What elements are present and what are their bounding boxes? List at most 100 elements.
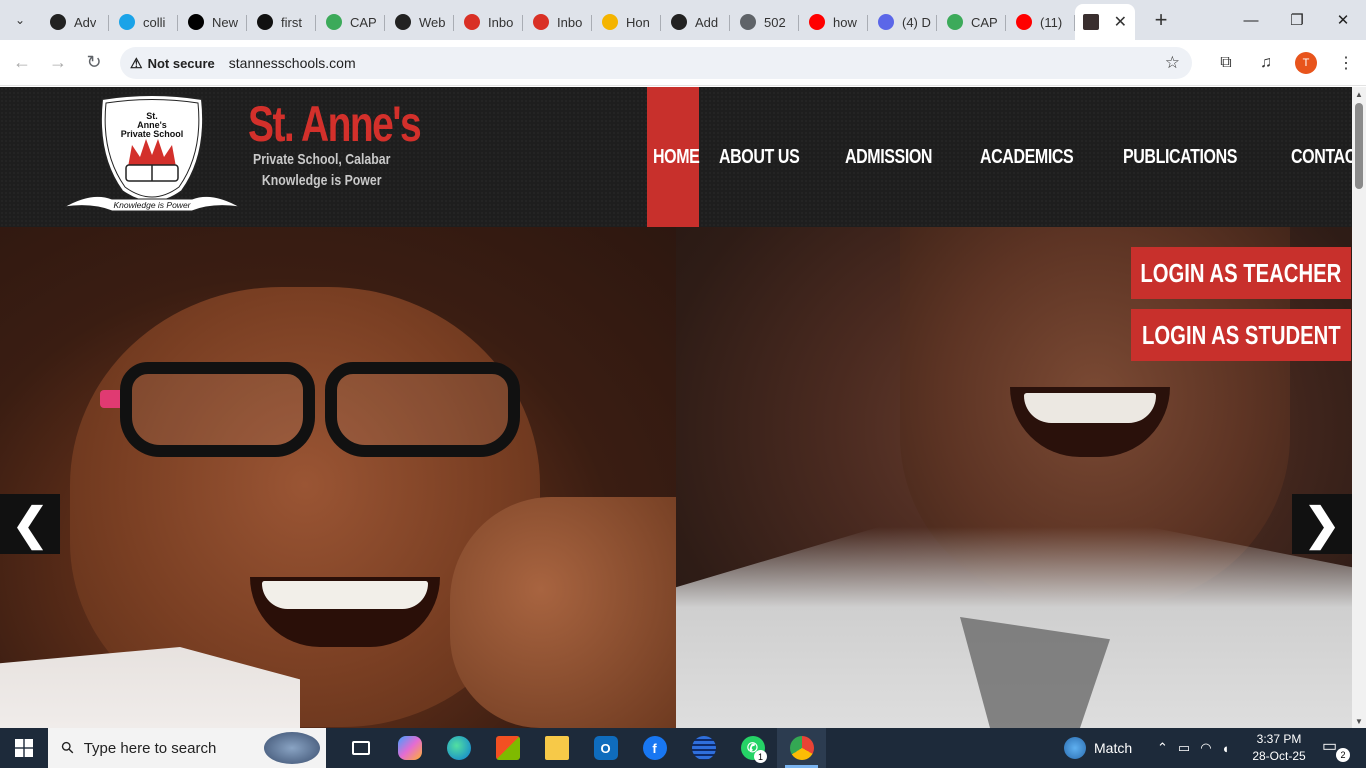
browser-tab[interactable]: CAP — [316, 7, 385, 37]
tab-active[interactable]: ✕ — [1075, 4, 1135, 40]
tab-title: (11) — [1040, 14, 1063, 30]
browser-tab[interactable]: how — [799, 7, 868, 37]
browser-tab[interactable]: Hon — [592, 7, 661, 37]
nav-contacts[interactable]: CONTACTS — [1285, 87, 1352, 227]
browser-tab[interactable]: Inbo — [454, 7, 523, 37]
browser-tab[interactable]: Adv — [40, 7, 109, 37]
tab-title: 502 — [764, 14, 786, 30]
site-header: St. Anne's Private School Knowledge is P… — [0, 87, 1352, 227]
openai-icon — [671, 14, 687, 30]
nav-publications[interactable]: PUBLICATIONS — [1117, 87, 1272, 227]
nav-label: ABOUT US — [719, 145, 800, 168]
tab-title: Add — [695, 14, 719, 30]
weather-icon — [1064, 737, 1086, 759]
search-highlight-image[interactable] — [264, 732, 320, 764]
browser-tab[interactable]: Web — [385, 7, 454, 37]
battery-icon[interactable]: ▭ — [1178, 740, 1190, 756]
tab-title: Web — [419, 14, 446, 30]
nav-label: PUBLICATIONS — [1122, 145, 1237, 168]
brand-location: Private School, Calabar — [252, 151, 391, 168]
nav-admission[interactable]: ADMISSION — [839, 87, 960, 227]
volume-icon[interactable]: ◖ — [1222, 741, 1230, 756]
edge-icon[interactable] — [434, 728, 483, 768]
scroll-up-arrow-icon[interactable]: ▲ — [1352, 87, 1366, 101]
store-icon[interactable] — [483, 728, 532, 768]
minimize-button[interactable]: — — [1228, 0, 1274, 40]
glasses-lens-left — [120, 362, 315, 457]
previous-slide-button[interactable]: ❮ — [0, 494, 60, 554]
browser-tab[interactable]: Add — [661, 7, 730, 37]
forward-button[interactable]: → — [40, 45, 76, 81]
tab-title: New — [212, 14, 239, 30]
back-button[interactable]: ← — [4, 45, 40, 81]
new-tab-button[interactable]: + — [1147, 6, 1175, 34]
copilot-icon[interactable] — [385, 728, 434, 768]
address-bar[interactable]: ⚠ Not secure stannesschools.com ☆ — [120, 47, 1192, 79]
scroll-down-arrow-icon[interactable]: ▼ — [1352, 714, 1366, 728]
scrollbar-thumb[interactable] — [1355, 103, 1363, 189]
browser-tab[interactable]: 502 — [730, 7, 799, 37]
tab-search-button[interactable]: ⌄ — [8, 8, 32, 32]
nav-academics[interactable]: ACADEMICS — [974, 87, 1103, 227]
tab-title: CAP — [971, 14, 998, 30]
menu-kebab-icon[interactable]: ⋮ — [1326, 53, 1366, 73]
login-as-teacher-button[interactable]: LOGIN AS TEACHER — [1131, 247, 1351, 299]
website-viewport: St. Anne's Private School Knowledge is P… — [0, 87, 1352, 728]
circle-o-icon — [119, 14, 135, 30]
close-tab-icon[interactable]: ✕ — [1114, 12, 1127, 32]
taskbar-clock[interactable]: 3:37 PM 28-Oct-25 — [1248, 731, 1310, 765]
openai-icon — [50, 14, 66, 30]
school-crest-logo[interactable]: St. Anne's Private School Knowledge is P… — [62, 95, 242, 217]
reload-button[interactable]: ↻ — [76, 45, 112, 81]
next-slide-button[interactable]: ❯ — [1292, 494, 1352, 554]
file-explorer-icon[interactable] — [532, 728, 581, 768]
close-window-button[interactable]: ✕ — [1320, 0, 1366, 40]
profile-avatar[interactable]: T — [1295, 52, 1317, 74]
brand-name[interactable]: St. Anne's — [248, 99, 422, 149]
extensions-icon[interactable]: ⧉ — [1206, 54, 1246, 72]
facebook-icon[interactable]: f — [630, 728, 679, 768]
student-hand — [450, 497, 676, 728]
weather-widget[interactable]: Match — [1064, 728, 1132, 768]
browser-tab[interactable]: Inbo — [523, 7, 592, 37]
tab-list: Adv colli New first CAP Web Inbo Inbo Hon Add 502 h… — [40, 3, 1075, 37]
login-teacher-label: LOGIN AS TEACHER — [1140, 257, 1342, 288]
glasses-lens-right — [325, 362, 520, 457]
hero-slider: LOGIN AS TEACHER LOGIN AS STUDENT ❮ ❯ — [0, 227, 1352, 728]
show-hidden-icons-chevron-icon[interactable]: ⌃ — [1157, 740, 1168, 756]
search-icon: ⚲ — [58, 738, 79, 759]
browser-tab[interactable]: New — [178, 7, 247, 37]
tab-title: (4) D — [902, 14, 931, 30]
vertical-scrollbar[interactable]: ▲ ▼ — [1352, 87, 1366, 728]
nav-about-us[interactable]: ABOUT US — [713, 87, 825, 227]
outlook-icon[interactable]: O — [581, 728, 630, 768]
wifi-icon[interactable]: ◠ — [1200, 740, 1211, 756]
login-as-student-button[interactable]: LOGIN AS STUDENT — [1131, 309, 1351, 361]
security-indicator[interactable]: ⚠ Not secure — [130, 55, 215, 72]
browser-tab[interactable]: first — [247, 7, 316, 37]
taskbar-search-box[interactable]: ⚲ Type here to search — [48, 728, 326, 768]
browser-tab[interactable]: (11) — [1006, 7, 1075, 37]
browser-tab[interactable]: (4) D — [868, 7, 937, 37]
bookmark-star-icon[interactable]: ☆ — [1165, 53, 1180, 73]
nav-label: ACADEMICS — [980, 145, 1074, 168]
browser-tab[interactable]: CAP — [937, 7, 1006, 37]
browser-tab[interactable]: colli — [109, 7, 178, 37]
media-control-icon[interactable]: ♫ — [1246, 54, 1286, 72]
toolbar-right: ⧉ ♫ T ⋮ — [1206, 40, 1366, 86]
tab-title: first — [281, 14, 302, 30]
notification-count: 2 — [1336, 748, 1350, 762]
start-button[interactable] — [0, 728, 48, 768]
url-text[interactable]: stannesschools.com — [229, 55, 356, 71]
task-view-icon[interactable] — [336, 728, 385, 768]
nav-home[interactable]: HOME — [647, 87, 700, 227]
chrome-icon[interactable] — [777, 728, 826, 768]
tab-title: Inbo — [557, 14, 583, 30]
globe-app-icon[interactable] — [679, 728, 728, 768]
notification-center-icon[interactable]: ▭ 2 — [1322, 736, 1350, 762]
restore-button[interactable]: ❐ — [1274, 0, 1320, 40]
youtube-icon — [809, 14, 825, 30]
whatsapp-icon[interactable]: ✆ 1 — [728, 728, 777, 768]
github-icon — [257, 14, 273, 30]
tab-title: how — [833, 14, 857, 30]
